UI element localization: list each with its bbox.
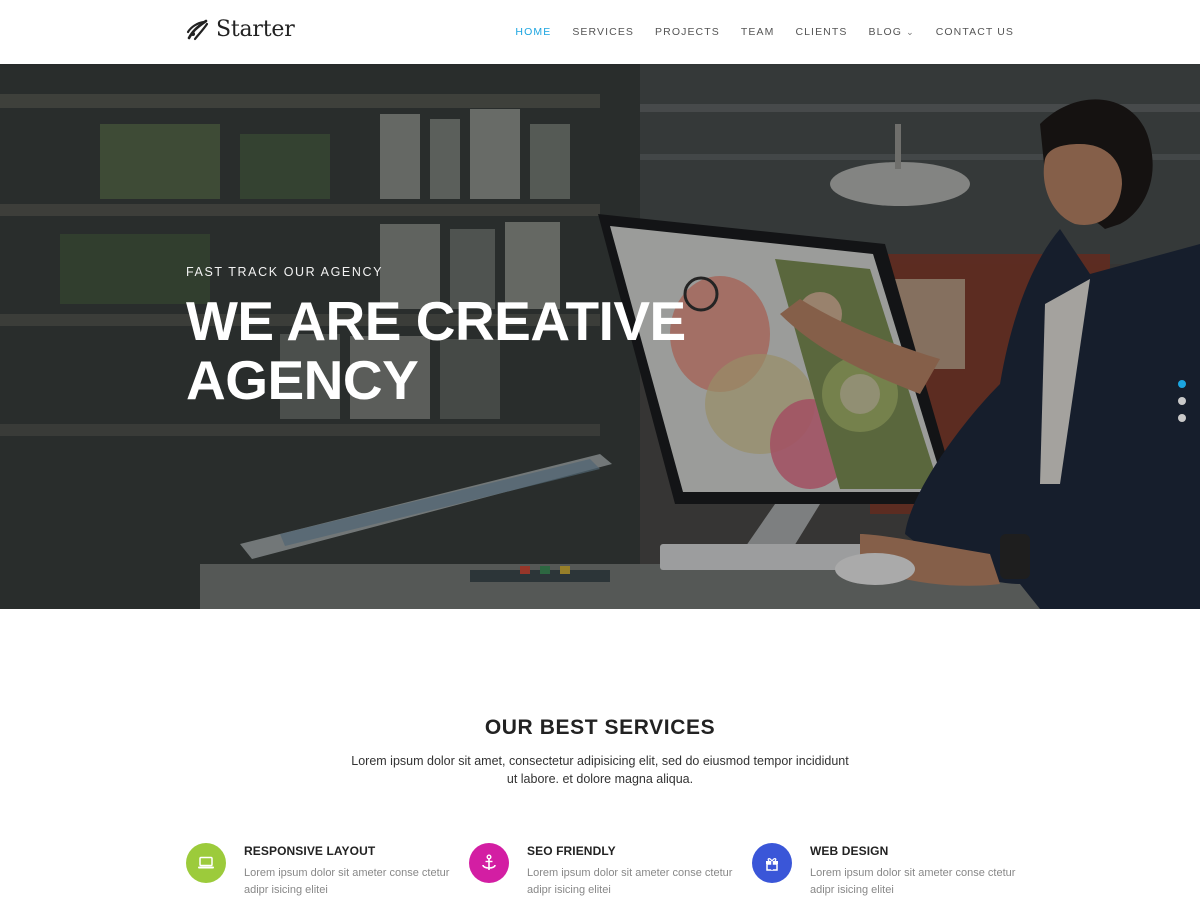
nav-label: PROJECTS (655, 26, 720, 38)
nav-item-team[interactable]: TEAM (741, 26, 775, 38)
nav-item-blog[interactable]: BLOG ⌄ (868, 26, 914, 38)
nav-label: BLOG (868, 26, 903, 38)
services-description: Lorem ipsum dolor sit amet, consectetur … (351, 754, 849, 786)
service-text: Lorem ipsum dolor sit ameter conse ctetu… (527, 867, 733, 896)
service-responsive-layout: RESPONSIVE LAYOUT Lorem ipsum dolor sit … (186, 843, 456, 900)
main-nav: HOME SERVICES PROJECTS TEAM CLIENTS BLOG… (515, 0, 1014, 64)
nav-label: SERVICES (572, 26, 635, 38)
service-text: Lorem ipsum dolor sit ameter conse ctetu… (810, 867, 1016, 896)
service-title: WEB DESIGN (810, 844, 889, 858)
nav-item-home[interactable]: HOME (515, 26, 551, 38)
chevron-down-icon: ⌄ (906, 26, 915, 37)
site-header: Starter HOME SERVICES PROJECTS TEAM CLIE… (0, 0, 1200, 64)
services-title: OUR BEST SERVICES (484, 716, 716, 739)
slider-dot-1[interactable] (1178, 380, 1186, 388)
hero-headline: WE ARE CREATIVE AGENCY (186, 290, 686, 411)
nav-label: CLIENTS (795, 26, 848, 38)
service-web-design: WEB DESIGN Lorem ipsum dolor sit ameter … (752, 843, 1022, 900)
slider-dot-3[interactable] (1178, 414, 1186, 422)
hero-slider: FAST TRACK OUR AGENCY WE ARE CREATIVE AG… (0, 64, 1200, 609)
brand-logo[interactable]: Starter (186, 17, 295, 42)
service-text: Lorem ipsum dolor sit ameter conse ctetu… (244, 867, 450, 896)
anchor-icon (469, 843, 509, 883)
nav-label: CONTACT US (935, 26, 1014, 38)
nav-item-projects[interactable]: PROJECTS (655, 26, 720, 38)
gift-icon (752, 843, 792, 883)
nav-item-contact[interactable]: CONTACT US (936, 26, 1014, 38)
brand-name: Starter (216, 17, 295, 42)
nav-label: HOME (515, 26, 552, 38)
hero-kicker: FAST TRACK OUR AGENCY (186, 265, 384, 279)
nav-item-services[interactable]: SERVICES (572, 26, 634, 38)
nav-label: TEAM (740, 26, 775, 38)
service-seo-friendly: SEO FRIENDLY Lorem ipsum dolor sit amete… (469, 843, 739, 900)
slider-dot-2[interactable] (1178, 397, 1186, 405)
service-title: RESPONSIVE LAYOUT (244, 844, 376, 858)
nav-item-clients[interactable]: CLIENTS (795, 26, 847, 38)
laptop-icon (186, 843, 226, 883)
rocket-swirl-icon (186, 19, 209, 40)
service-title: SEO FRIENDLY (527, 844, 616, 858)
slider-pagination (1178, 380, 1186, 422)
